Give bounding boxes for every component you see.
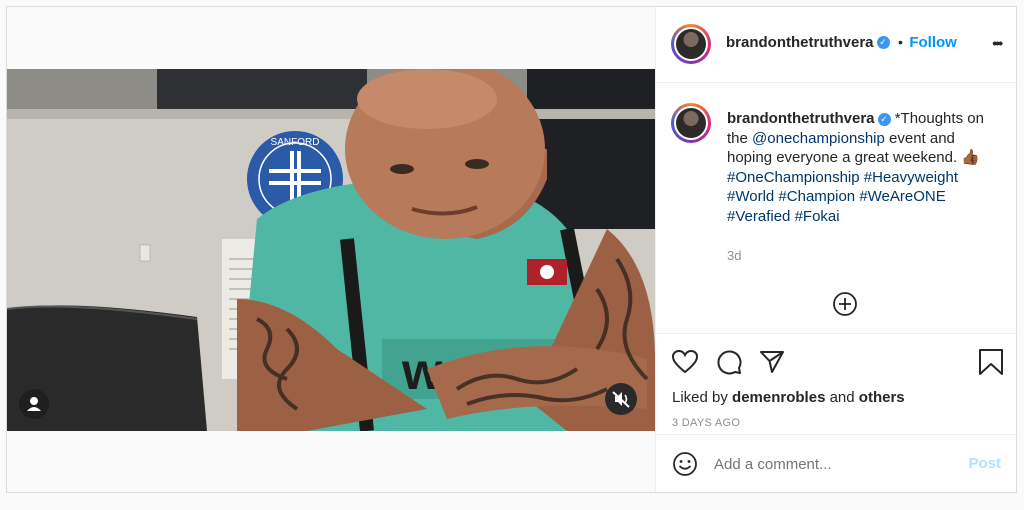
liked-by-prefix: Liked by bbox=[672, 389, 733, 406]
comment-input[interactable] bbox=[714, 452, 944, 476]
more-icon[interactable]: ••• bbox=[992, 35, 1003, 51]
hashtag-link[interactable]: #Verafied bbox=[727, 208, 790, 225]
caption-username[interactable]: brandonthetruthvera bbox=[727, 110, 875, 127]
hashtag-link[interactable]: #Heavyweight bbox=[864, 169, 958, 186]
comment-button[interactable] bbox=[715, 348, 743, 376]
caption-block: brandonthetruthvera ✓ *Thoughts on the @o… bbox=[656, 83, 1017, 333]
like-button[interactable] bbox=[671, 348, 699, 376]
caption-avatar[interactable] bbox=[671, 103, 711, 143]
follow-button[interactable]: Follow bbox=[909, 34, 957, 51]
share-icon bbox=[760, 351, 784, 373]
bookmark-icon bbox=[979, 349, 1003, 375]
mention-link[interactable]: @onechampionship bbox=[752, 130, 885, 147]
post-sidebar: brandonthetruthvera ✓ • Follow ••• brando… bbox=[655, 7, 1017, 492]
hashtag-link[interactable]: #World bbox=[727, 188, 774, 205]
mute-button[interactable] bbox=[605, 383, 637, 415]
user-tag-button[interactable] bbox=[19, 389, 49, 419]
username[interactable]: brandonthetruthvera bbox=[726, 34, 874, 51]
svg-text:SANFORD: SANFORD bbox=[271, 137, 320, 148]
hashtag-link[interactable]: #Champion bbox=[778, 188, 855, 205]
video-player[interactable]: SANFORD wat bbox=[7, 69, 655, 431]
load-more-comments-button[interactable] bbox=[832, 291, 858, 317]
save-button[interactable] bbox=[977, 348, 1005, 376]
post-comment-button[interactable]: Post bbox=[968, 455, 1001, 472]
verified-icon: ✓ bbox=[877, 112, 891, 126]
hashtag-link[interactable]: #OneChampionship bbox=[727, 169, 860, 186]
comment-bar: Post bbox=[656, 434, 1017, 493]
liked-by-and: and bbox=[825, 389, 859, 406]
actions-section: Liked by demenrobles and others 3 DAYS A… bbox=[656, 333, 1017, 434]
caption-age: 3d bbox=[727, 248, 742, 263]
share-button[interactable] bbox=[758, 348, 786, 376]
post-timestamp[interactable]: 3 DAYS AGO bbox=[672, 417, 740, 429]
media-area: SANFORD wat bbox=[7, 7, 655, 492]
heart-icon bbox=[671, 349, 699, 374]
comment-icon bbox=[717, 350, 742, 375]
emoji-icon bbox=[673, 452, 697, 476]
video-frame: SANFORD wat bbox=[7, 69, 655, 431]
separator-dot: • bbox=[897, 34, 903, 50]
hashtag-link[interactable]: #WeAreONE bbox=[859, 188, 945, 205]
mute-icon bbox=[612, 391, 630, 408]
liked-by-others-link[interactable]: others bbox=[859, 389, 905, 406]
hashtag-link[interactable]: #Fokai bbox=[795, 208, 840, 225]
plus-circle-icon bbox=[833, 292, 857, 316]
post-frame: SANFORD wat bbox=[6, 6, 1017, 493]
emoji: 👍🏾 bbox=[961, 149, 981, 167]
likes-summary: Liked by demenrobles and others bbox=[672, 389, 905, 406]
emoji-button[interactable] bbox=[672, 451, 698, 477]
caption-text: brandonthetruthvera ✓ *Thoughts on the @o… bbox=[727, 109, 1003, 227]
avatar[interactable] bbox=[671, 24, 711, 64]
liked-by-user-link[interactable]: demenrobles bbox=[732, 389, 825, 406]
verified-icon: ✓ bbox=[876, 36, 890, 50]
post-header: brandonthetruthvera ✓ • Follow ••• bbox=[656, 7, 1017, 83]
user-icon bbox=[27, 397, 41, 411]
